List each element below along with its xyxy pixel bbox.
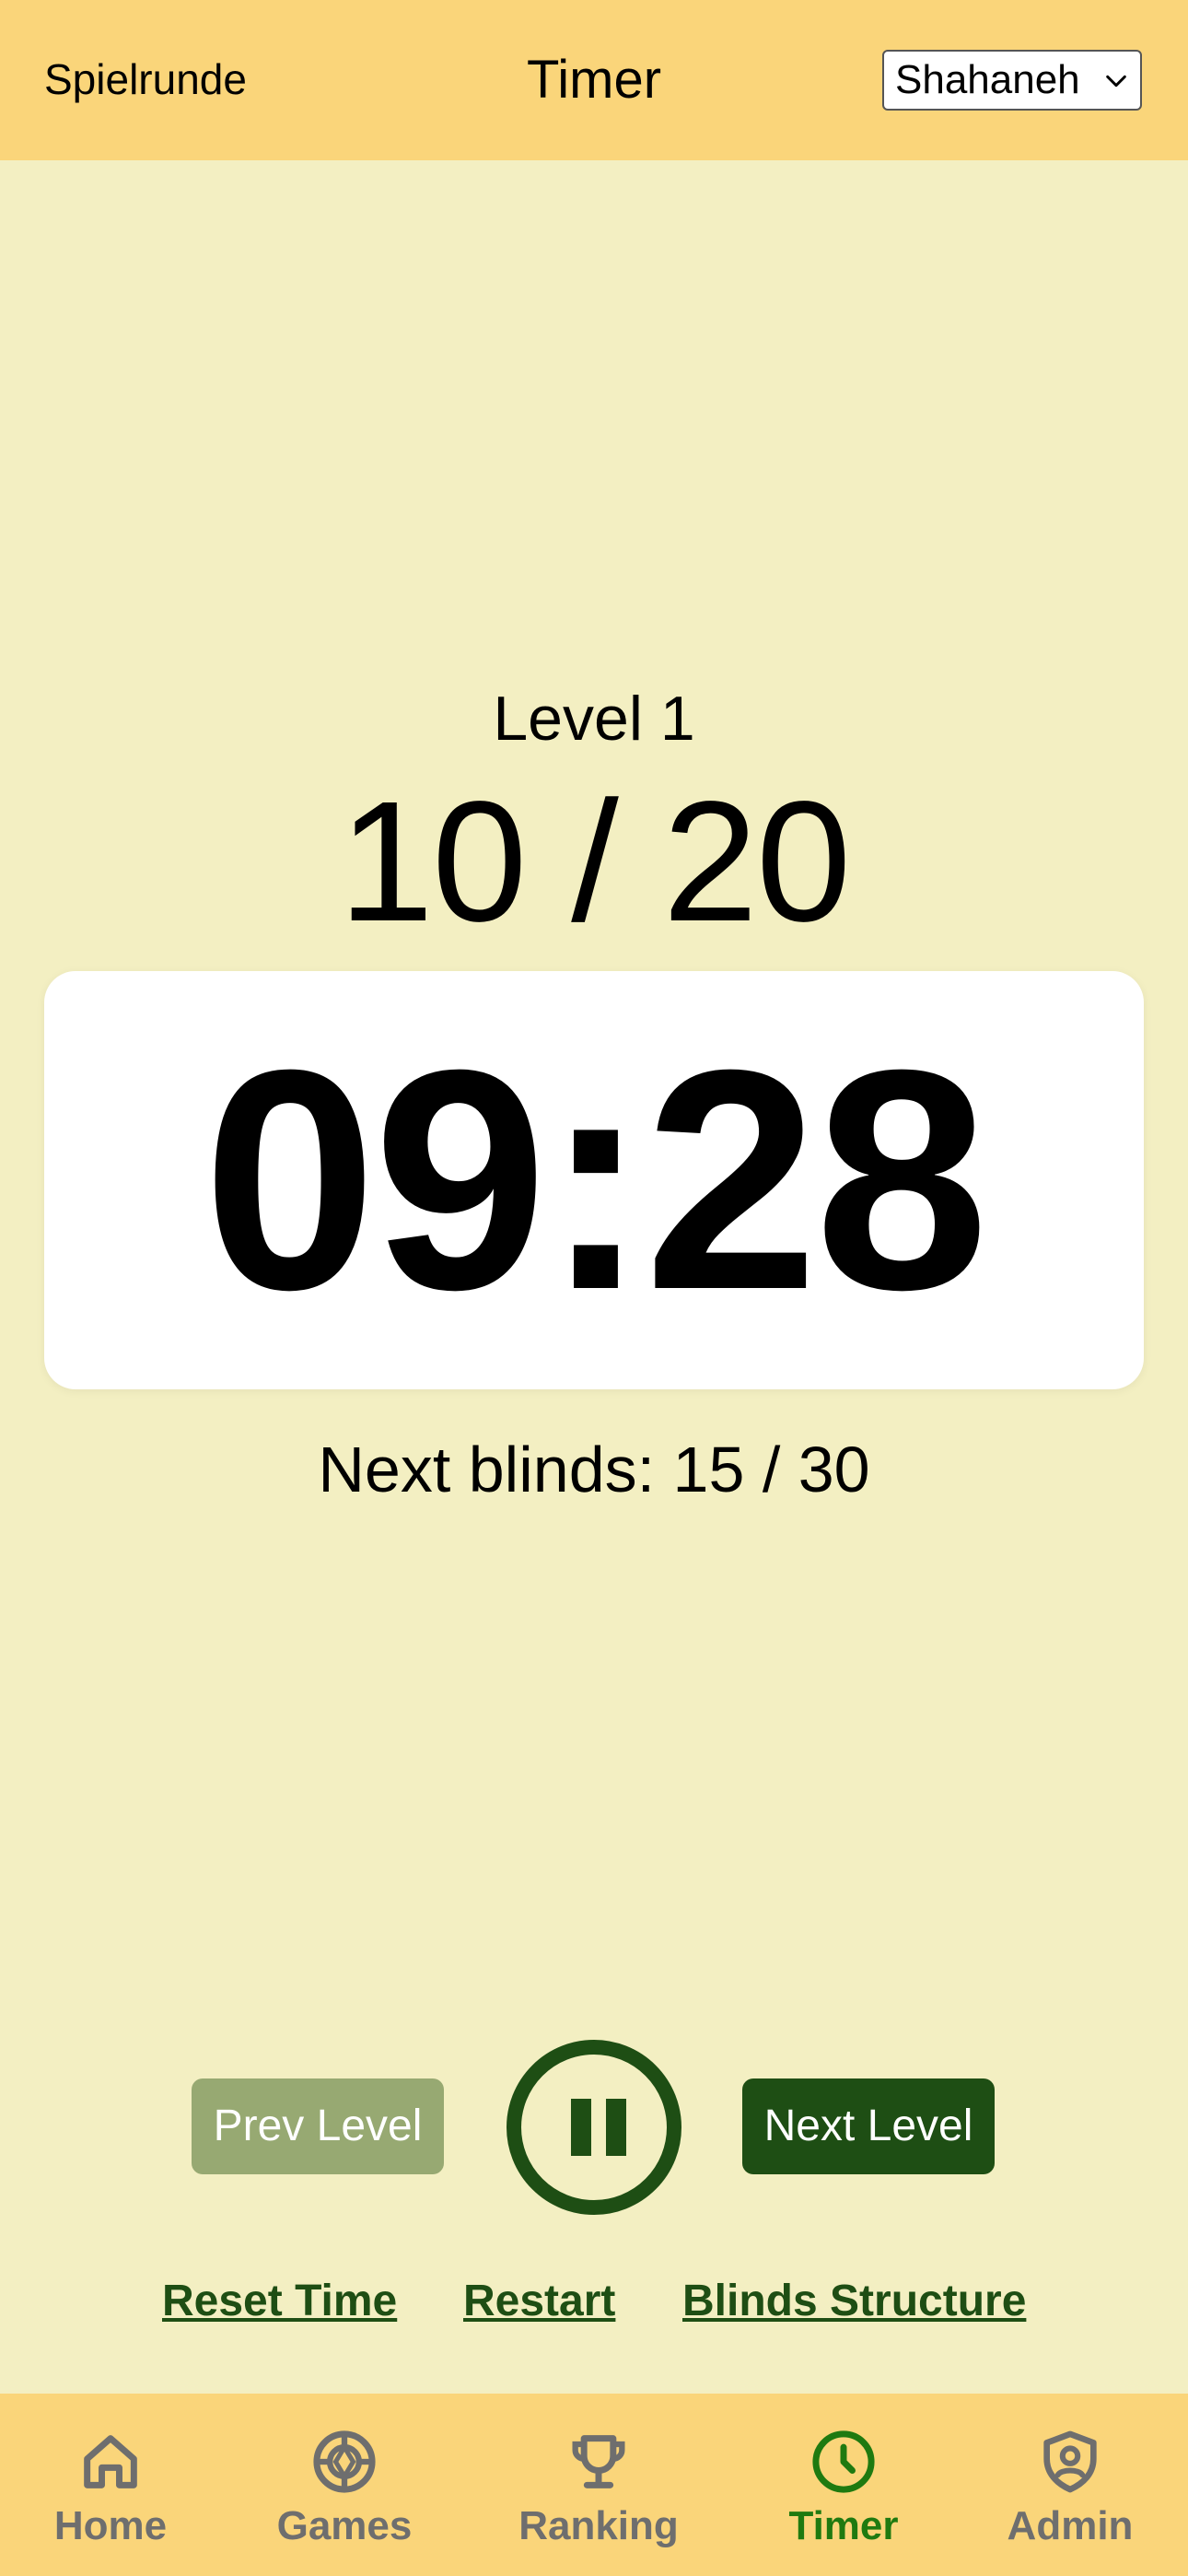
blinds-structure-link[interactable]: Blinds Structure [682,2274,1026,2329]
trophy-icon [572,2435,625,2488]
nav-label-admin: Admin [1007,2503,1134,2548]
next-level-button[interactable]: Next Level [742,2078,995,2174]
level-label: Level 1 [493,684,695,754]
timer-display: 09:28 [203,1005,989,1355]
chevron-down-icon [1106,75,1126,88]
pause-button[interactable] [507,2040,681,2215]
pause-icon [571,2099,591,2156]
nav-item-admin[interactable]: Admin [960,2394,1181,2576]
nav-label-timer: Timer [788,2503,899,2548]
timer-card: 09:28 [44,971,1144,1389]
bottom-nav: Home Games Ranking Timer Admin [0,2394,1188,2576]
nav-item-timer[interactable]: Timer [733,2394,954,2576]
current-blinds: 10 / 20 [338,767,852,957]
restart-link[interactable]: Restart [463,2274,615,2329]
user-select-value: Shahaneh [895,57,1080,102]
prev-level-button[interactable]: Prev Level [192,2078,444,2174]
pause-icon-bar [606,2099,626,2156]
nav-label-games: Games [276,2503,413,2548]
timer-screen: Spielrunde Timer Shahaneh Level 1 10 / 2… [0,0,1188,2576]
nav-item-ranking[interactable]: Ranking [488,2394,709,2576]
nav-label-ranking: Ranking [518,2503,679,2548]
nav-item-home[interactable]: Home [0,2394,221,2576]
reset-time-link[interactable]: Reset Time [162,2274,397,2329]
next-blinds: Next blinds: 15 / 30 [318,1434,870,1505]
nav-item-games[interactable]: Games [234,2394,455,2576]
poker-chip-icon [313,2430,376,2493]
shield-user-icon [1043,2430,1097,2493]
top-header: Spielrunde Timer Shahaneh [0,0,1188,160]
clock-icon [812,2430,875,2493]
home-icon [84,2435,137,2488]
user-select[interactable]: Shahaneh [882,50,1142,111]
nav-label-home: Home [53,2503,168,2548]
